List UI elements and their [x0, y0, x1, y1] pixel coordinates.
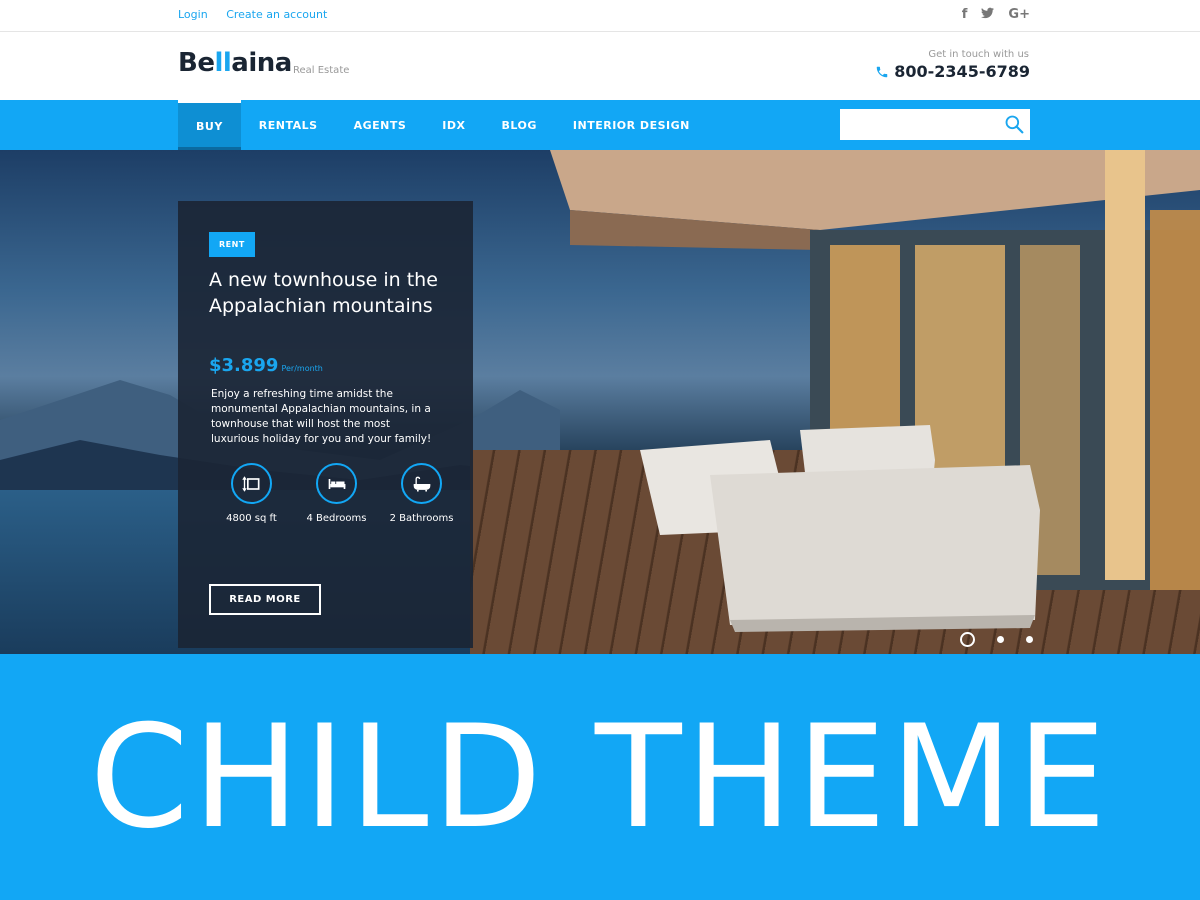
nav-item-idx[interactable]: IDX — [424, 100, 483, 150]
property-price: $3.899 Per/month — [209, 355, 323, 376]
slider-dot[interactable] — [1026, 636, 1033, 643]
phone-text: 800-2345-6789 — [894, 62, 1030, 81]
property-card: RENT A new townhouse in the Appalachian … — [178, 201, 473, 648]
logo-text-end: aina — [231, 48, 292, 78]
feature-bedrooms: 4 Bedrooms — [294, 463, 379, 524]
nav-item-buy[interactable]: BUY — [178, 100, 241, 150]
create-account-link[interactable]: Create an account — [226, 8, 327, 21]
bathtub-icon — [401, 463, 442, 504]
slider-dots — [960, 632, 1033, 647]
contact-label: Get in touch with us — [928, 49, 1029, 60]
nav-item-interior-design[interactable]: INTERIOR DESIGN — [555, 100, 708, 150]
price-unit: Per/month — [281, 364, 323, 373]
feature-bathrooms-label: 2 Bathrooms — [389, 513, 454, 524]
logo-text-accent: ll — [214, 48, 232, 78]
social-links: f G+ — [962, 7, 1030, 23]
feature-area-label: 4800 sq ft — [226, 513, 277, 524]
search-icon[interactable] — [1004, 114, 1024, 134]
site-header: Bellaina Real Estate Get in touch with u… — [0, 32, 1200, 100]
nav-item-agents[interactable]: AGENTS — [336, 100, 425, 150]
child-theme-banner: CHILD THEME — [0, 654, 1200, 900]
feature-area: 4800 sq ft — [209, 463, 294, 524]
logo-text-start: Be — [178, 48, 215, 78]
nav-menu: BUY RENTALS AGENTS IDX BLOG INTERIOR DES… — [178, 100, 708, 150]
account-links: Login Create an account — [178, 8, 342, 21]
bed-icon — [316, 463, 357, 504]
main-nav: BUY RENTALS AGENTS IDX BLOG INTERIOR DES… — [0, 100, 1200, 150]
feature-bedrooms-label: 4 Bedrooms — [306, 513, 367, 524]
feature-bathrooms: 2 Bathrooms — [379, 463, 464, 524]
google-plus-icon[interactable]: G+ — [1008, 7, 1030, 23]
hero-house-image — [550, 150, 1200, 632]
property-description: Enjoy a refreshing time amidst the monum… — [211, 388, 432, 445]
site-tagline: Real Estate — [293, 65, 350, 76]
nav-item-blog[interactable]: BLOG — [484, 100, 555, 150]
property-features: 4800 sq ft 4 Bedrooms 2 Bathrooms — [209, 463, 464, 524]
status-badge: RENT — [209, 232, 255, 257]
banner-text: CHILD THEME — [89, 694, 1111, 860]
phone-number[interactable]: 800-2345-6789 — [875, 62, 1030, 81]
nav-item-rentals[interactable]: RENTALS — [241, 100, 336, 150]
twitter-icon[interactable] — [981, 7, 995, 23]
facebook-icon[interactable]: f — [962, 7, 968, 23]
top-bar: Login Create an account f G+ — [0, 0, 1200, 32]
search-box — [840, 109, 1030, 140]
slider-dot-active[interactable] — [960, 632, 975, 647]
search-input[interactable] — [840, 109, 995, 140]
login-link[interactable]: Login — [178, 8, 208, 21]
area-icon — [231, 463, 272, 504]
read-more-button[interactable]: READ MORE — [209, 584, 321, 615]
phone-icon — [877, 66, 888, 77]
price-value: $3.899 — [209, 355, 279, 376]
property-title: A new townhouse in the Appalachian mount… — [209, 269, 438, 317]
slider-dot[interactable] — [997, 636, 1004, 643]
site-logo[interactable]: Bellaina — [178, 48, 292, 78]
